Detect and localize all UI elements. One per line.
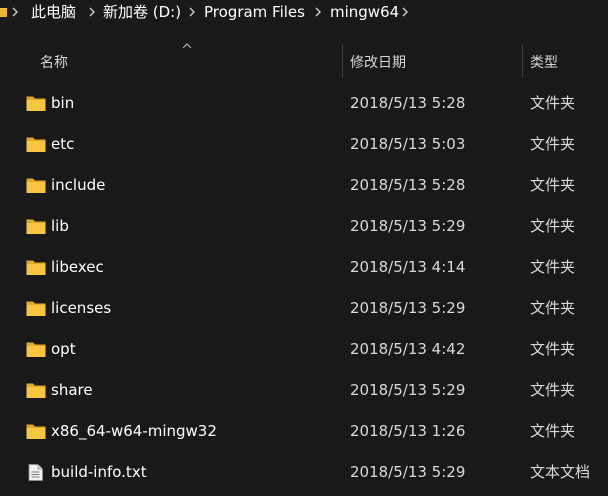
file-name[interactable]: x86_64-w64-mingw32 — [51, 411, 217, 451]
file-type: 文件夹 — [530, 176, 576, 194]
folder-icon — [26, 424, 46, 439]
file-date-modified: 2018/5/13 5:28 — [350, 176, 466, 194]
file-name[interactable]: lib — [51, 206, 69, 246]
file-list-item[interactable]: etc 2018/5/13 5:03 文件夹 — [20, 124, 608, 164]
column-divider[interactable] — [342, 44, 343, 78]
file-date-modified: 2018/5/13 5:03 — [350, 135, 466, 153]
folder-icon — [26, 301, 46, 316]
file-type: 文件夹 — [530, 381, 576, 399]
column-header-type[interactable]: 类型 — [530, 52, 558, 72]
chevron-right-icon[interactable] — [187, 0, 197, 26]
chevron-right-icon[interactable] — [313, 0, 323, 26]
file-type: 文件夹 — [530, 135, 576, 153]
file-name[interactable]: share — [51, 370, 93, 410]
column-divider[interactable] — [522, 44, 523, 78]
file-name[interactable]: etc — [51, 124, 74, 164]
text-file-icon — [28, 464, 43, 481]
sort-ascending-icon — [182, 43, 192, 49]
file-list-item[interactable]: licenses 2018/5/13 5:29 文件夹 — [20, 288, 608, 328]
file-type: 文本文档 — [530, 463, 591, 481]
file-date-modified: 2018/5/13 5:29 — [350, 463, 466, 481]
file-date-modified: 2018/5/13 5:29 — [350, 299, 466, 317]
file-list-item[interactable]: build-info.txt 2018/5/13 5:29 文本文档 — [20, 452, 608, 492]
folder-icon — [26, 219, 46, 234]
column-header-date-modified[interactable]: 修改日期 — [350, 52, 406, 72]
breadcrumb-item-drive-d[interactable]: 新加卷 (D:) — [103, 0, 181, 26]
file-list-item[interactable]: include 2018/5/13 5:28 文件夹 — [20, 165, 608, 205]
file-date-modified: 2018/5/13 1:26 — [350, 422, 466, 440]
file-type: 文件夹 — [530, 94, 576, 112]
file-type: 文件夹 — [530, 340, 576, 358]
file-list-item[interactable]: share 2018/5/13 5:29 文件夹 — [20, 370, 608, 410]
folder-icon — [0, 8, 7, 17]
column-header-name[interactable]: 名称 — [40, 52, 68, 72]
file-list-item[interactable]: lib 2018/5/13 5:29 文件夹 — [20, 206, 608, 246]
file-type: 文件夹 — [530, 422, 576, 440]
column-header-row: 名称 修改日期 类型 — [0, 38, 608, 84]
file-type: 文件夹 — [530, 258, 576, 276]
file-date-modified: 2018/5/13 5:28 — [350, 94, 466, 112]
breadcrumb-item-this-pc[interactable]: 此电脑 — [31, 0, 76, 26]
folder-icon — [26, 137, 46, 152]
file-list-item[interactable]: x86_64-w64-mingw32 2018/5/13 1:26 文件夹 — [20, 411, 608, 451]
file-list-item[interactable]: bin 2018/5/13 5:28 文件夹 — [20, 83, 608, 123]
chevron-right-icon[interactable] — [400, 0, 410, 26]
file-date-modified: 2018/5/13 5:29 — [350, 381, 466, 399]
breadcrumb-item-mingw64[interactable]: mingw64 — [330, 0, 399, 26]
file-type: 文件夹 — [530, 299, 576, 317]
folder-icon — [26, 260, 46, 275]
chevron-right-icon[interactable] — [87, 0, 97, 26]
folder-icon — [26, 383, 46, 398]
folder-icon — [26, 96, 46, 111]
file-explorer-window: 此电脑 新加卷 (D:) Program Files mingw64 名称 修改… — [0, 0, 608, 496]
file-name[interactable]: bin — [51, 83, 74, 123]
file-date-modified: 2018/5/13 5:29 — [350, 217, 466, 235]
chevron-right-icon[interactable] — [10, 0, 20, 26]
file-date-modified: 2018/5/13 4:42 — [350, 340, 466, 358]
file-list-item[interactable]: opt 2018/5/13 4:42 文件夹 — [20, 329, 608, 369]
folder-icon — [26, 342, 46, 357]
breadcrumb-item-program-files[interactable]: Program Files — [204, 0, 305, 26]
file-name[interactable]: licenses — [51, 288, 111, 328]
breadcrumb[interactable]: 此电脑 新加卷 (D:) Program Files mingw64 — [0, 0, 608, 26]
file-type: 文件夹 — [530, 217, 576, 235]
file-list-item[interactable]: libexec 2018/5/13 4:14 文件夹 — [20, 247, 608, 287]
file-name[interactable]: libexec — [51, 247, 104, 287]
file-name[interactable]: include — [51, 165, 105, 205]
file-date-modified: 2018/5/13 4:14 — [350, 258, 466, 276]
folder-icon — [26, 178, 46, 193]
file-name[interactable]: opt — [51, 329, 76, 369]
file-name[interactable]: build-info.txt — [51, 452, 147, 492]
